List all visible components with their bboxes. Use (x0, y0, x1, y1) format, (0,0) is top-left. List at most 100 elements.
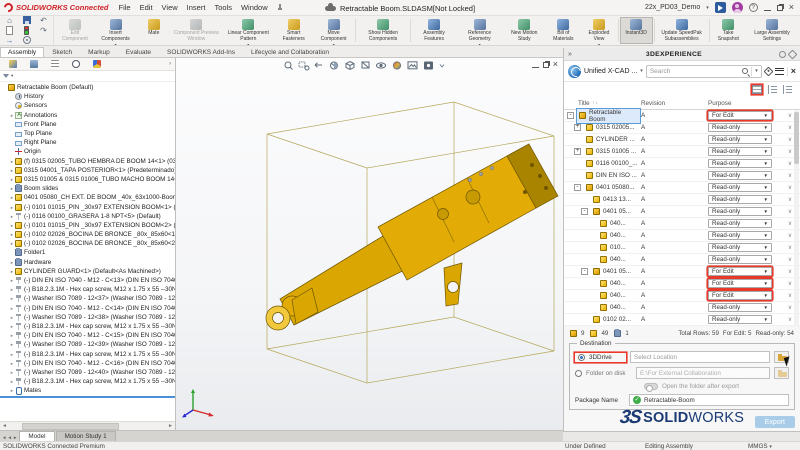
tree-item[interactable]: ► 0315 01005 & 0315 01006_TUBO MACHO BOOM… (0, 175, 175, 184)
previous-view-icon[interactable] (314, 62, 322, 68)
minus-expand-box[interactable]: - (581, 268, 588, 275)
tree-item[interactable]: ► (-) Washer ISO 7089 - 12<39> (Washer IS… (0, 340, 175, 349)
folder-on-disk-radio[interactable] (575, 369, 582, 377)
purpose-select[interactable]: For Edit ▼ (708, 278, 772, 289)
tab-configurations[interactable] (44, 59, 65, 70)
help-icon[interactable]: ? (748, 3, 758, 12)
tree-item[interactable]: ► (-) B18.2.3.1M - Hex cap screw, M12 x 1… (0, 285, 175, 294)
tree-item[interactable]: Sensors (0, 101, 175, 110)
zoom-fit-icon[interactable] (284, 61, 293, 70)
table-scrollbar[interactable] (794, 110, 799, 326)
table-row[interactable]: 040... A Read-only ▼ ∨ (564, 254, 800, 266)
graphics-viewport[interactable]: × (176, 58, 563, 430)
purpose-select[interactable]: Read-only ▼ (708, 206, 772, 217)
3ddrive-radio[interactable] (578, 353, 585, 361)
tree-item[interactable]: ► (-) 0102 02026_BOCINA DE BRONCE _80x_85… (0, 239, 175, 248)
ribbon-button-smart-fasteners[interactable]: Smart Fasteners (274, 17, 313, 44)
column-purpose[interactable]: Purpose (708, 100, 780, 107)
ribbon-button-reference-geometry[interactable]: Reference Geometry ▾ (456, 17, 503, 45)
tree-filter-bar[interactable]: ▾ (0, 71, 175, 82)
minus-expand-box[interactable]: - (581, 208, 588, 215)
display-style-icon[interactable] (361, 61, 370, 69)
tree-item[interactable]: ► (-) DIN EN ISO 7040 - M12 - C<13> (DIN … (0, 276, 175, 285)
location-browse-button[interactable] (774, 351, 793, 367)
ribbon-button-instant3d[interactable]: Instant3D (619, 17, 653, 44)
tree-item[interactable]: ► (-) DIN EN ISO 7040 - M12 - C<14> (DIN … (0, 304, 175, 313)
table-row[interactable]: -0401 05080... A Read-only ▼ ∨ (564, 182, 800, 194)
tree-item[interactable]: ► (-) B18.2.3.1M - Hex cap screw, M12 x 1… (0, 322, 175, 331)
table-row[interactable]: 040... A Read-only ▼ ∨ (564, 218, 800, 230)
purpose-select[interactable]: Read-only ▼ (708, 194, 772, 205)
tree-item[interactable]: ► (-) 0101 01015_PIN _30x97 EXTENSION BOO… (0, 202, 175, 211)
tab-solidworks-add-ins[interactable]: SOLIDWORKS Add-Ins (159, 47, 243, 57)
disk-browse-button[interactable] (774, 367, 789, 379)
plus-expand-box[interactable]: + (574, 148, 581, 155)
menu-insert[interactable]: Insert (187, 3, 206, 12)
tag-icon[interactable] (763, 66, 774, 76)
3dexperience-launcher-icon[interactable] (714, 2, 726, 13)
tree-item[interactable]: ► (-) B18.2.3.1M - Hex cap screw, M12 x 1… (0, 377, 175, 386)
minus-expand-box[interactable]: - (567, 112, 574, 119)
ribbon-button-exploded-view[interactable]: Exploded View ▾ (581, 17, 616, 45)
tree-item[interactable]: Retractable Boom (Default) (0, 83, 175, 92)
pin-icon[interactable] (276, 4, 283, 11)
tree-item[interactable]: ►Annotations (0, 111, 175, 120)
tree-item[interactable]: ► CYLINDER GUARD<1> (Default<As Machined>… (0, 267, 175, 276)
restore-button[interactable] (776, 4, 783, 11)
tab-sketch[interactable]: Sketch (44, 47, 80, 57)
tab-dimxpert[interactable] (65, 59, 86, 70)
search-icon[interactable] (742, 68, 749, 74)
search-input[interactable]: Search ▾ (645, 64, 762, 78)
tree-item[interactable]: ► Mates (0, 386, 175, 396)
table-row[interactable]: -0401 05... A Read-only ▼ ∨ (564, 206, 800, 218)
ribbon-button-show-hidden-components[interactable]: Show Hidden Components (357, 17, 409, 44)
new-document-icon[interactable] (6, 26, 13, 35)
tree-item[interactable]: ► Hardware (0, 257, 175, 267)
tree-item[interactable]: ► (-) 0116 00100_GRASERA 1-8 NPT<5> (Defa… (0, 212, 175, 221)
table-row[interactable]: - Retractable Boom A For Edit ▼ ∨ (564, 107, 800, 124)
save-icon[interactable] (22, 16, 31, 24)
workspace-selector[interactable]: 22x_PD03_Demo (645, 4, 700, 11)
menu-window[interactable]: Window (241, 3, 268, 12)
ribbon-button-linear-component-pattern[interactable]: Linear Component Pattern ▾ (222, 17, 274, 45)
scroll-left-button[interactable]: ◄ (0, 423, 9, 429)
menu-tools[interactable]: Tools (214, 3, 232, 12)
fm-tabs-overflow-icon[interactable]: › (169, 61, 173, 67)
table-row[interactable]: 040... A Read-only ▼ ∨ (564, 302, 800, 314)
app-selector[interactable]: Unified X-CAD ... (584, 68, 637, 75)
table-row[interactable]: DIN EN ISO ... A Read-only ▼ ∨ (564, 170, 800, 182)
tree-item[interactable]: ► (-) Washer ISO 7089 - 12<38> (Washer IS… (0, 313, 175, 322)
hide-show-items-icon[interactable] (376, 62, 386, 69)
tree-item[interactable]: ► (-) DIN EN ISO 7040 - M12 - C<16> (DIN … (0, 359, 175, 368)
tab-markup[interactable]: Markup (80, 47, 118, 57)
view-orientation-icon[interactable] (345, 60, 355, 71)
doc-tab-model[interactable]: Model (19, 431, 55, 441)
tree-item[interactable]: ► (-) 0101 01015_PIN _30x97 EXTENSION BOO… (0, 221, 175, 230)
select-arrow-icon[interactable]: → (6, 36, 14, 45)
close-button[interactable]: × (789, 3, 794, 12)
3ddrive-option[interactable]: 3DDrive (575, 353, 626, 362)
purpose-select[interactable]: For Edit ▼ (708, 290, 772, 301)
home-icon[interactable]: ⌂ (7, 16, 12, 25)
purpose-select[interactable]: Read-only ▼ (708, 242, 772, 253)
tab-lifecycle-and-collaboration[interactable]: Lifecycle and Collaboration (243, 47, 337, 57)
ribbon-button-assembly-features[interactable]: Assembly Features (412, 17, 456, 44)
ribbon-button-new-motion-study[interactable]: New Motion Study (503, 17, 545, 44)
sort-icon[interactable]: ↑↓ (593, 100, 598, 106)
table-row[interactable]: 0102 02... A Read-only ▼ ∨ (564, 314, 800, 326)
tree-item[interactable]: ► 0401 05080_CH EXT. DE BOOM _40x_63x1000… (0, 193, 175, 202)
table-row[interactable]: 040... A For Edit ▼ ∨ (564, 290, 800, 302)
ribbon-button-insert-components[interactable]: Insert Components ▾ (94, 17, 137, 45)
view-settings-icon[interactable] (424, 61, 433, 70)
table-row[interactable]: 010... A Read-only ▼ ∨ (564, 242, 800, 254)
purpose-select[interactable]: Read-only ▼ (708, 218, 772, 229)
column-title[interactable]: Title (578, 100, 590, 107)
tree-item[interactable]: ► (f) 0315 02005_TUBO HEMBRA DE BOOM 14<1… (0, 157, 175, 166)
purpose-select[interactable]: For Edit ▼ (708, 110, 772, 121)
tree-item[interactable]: ► (-) 0102 02026_BOCINA DE BRONCE _80x_85… (0, 230, 175, 239)
ribbon-button-take-snapshot[interactable]: Take Snapshot (711, 17, 746, 44)
table-row[interactable]: 0116 00100_... A Read-only ▼ ∨ (564, 158, 800, 170)
table-row[interactable]: 0413 13... A Read-only ▼ ∨ (564, 194, 800, 206)
tree-item[interactable]: Front Plane (0, 120, 175, 129)
workspace-caret-icon[interactable]: ▾ (706, 5, 709, 11)
